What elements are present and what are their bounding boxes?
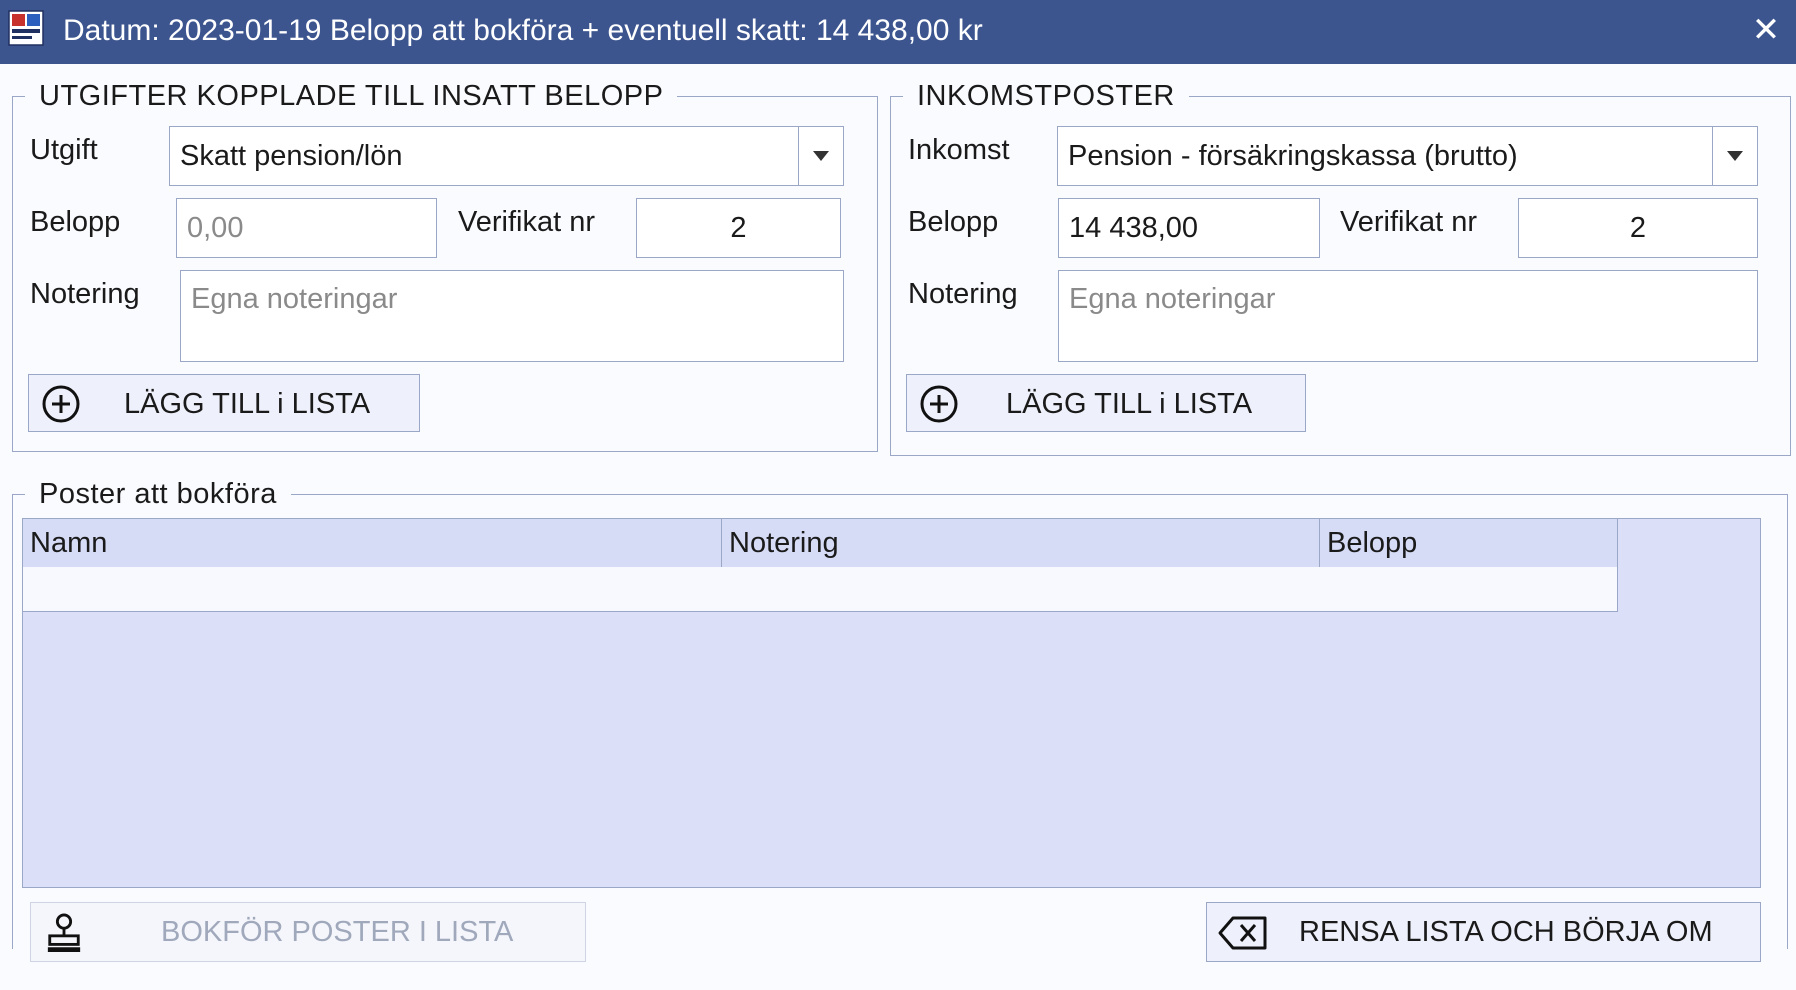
income-type-label: Inkomst xyxy=(908,134,1010,166)
book-posts-button[interactable]: BOKFÖR POSTER I LISTA xyxy=(30,902,586,962)
window-title: Datum: 2023-01-19 Belopp att bokföra + e… xyxy=(63,14,983,47)
income-add-label: LÄGG TILL i LISTA xyxy=(1006,388,1253,420)
expense-voucher-label: Verifikat nr xyxy=(458,206,595,238)
column-header-belopp[interactable]: Belopp xyxy=(1320,519,1618,567)
income-type-value: Pension - försäkringskassa (brutto) xyxy=(1068,139,1518,172)
income-voucher-input[interactable]: 2 xyxy=(1518,198,1758,258)
expense-amount-label: Belopp xyxy=(30,206,121,238)
plus-circle-icon xyxy=(42,385,80,423)
expense-type-value: Skatt pension/lön xyxy=(180,139,403,172)
income-type-select[interactable]: Pension - försäkringskassa (brutto) xyxy=(1057,126,1758,186)
dropdown-arrow-icon[interactable] xyxy=(798,127,843,185)
income-legend: INKOMSTPOSTER xyxy=(917,80,1175,112)
income-amount-label: Belopp xyxy=(908,206,999,238)
expense-amount-input[interactable]: 0,00 xyxy=(176,198,437,258)
column-header-namn[interactable]: Namn xyxy=(23,519,722,567)
column-header-notering[interactable]: Notering xyxy=(722,519,1320,567)
income-amount-input[interactable]: 14 438,00 xyxy=(1058,198,1320,258)
clear-list-button[interactable]: RENSA LISTA OCH BÖRJA OM xyxy=(1206,902,1761,962)
expenses-legend: UTGIFTER KOPPLADE TILL INSATT BELOPP xyxy=(39,80,664,112)
income-note-label: Notering xyxy=(908,278,1018,310)
stamp-icon xyxy=(47,913,81,952)
close-button[interactable]: ✕ xyxy=(1748,8,1784,52)
posts-grid[interactable]: Namn Notering Belopp xyxy=(22,518,1761,888)
expense-add-button[interactable]: LÄGG TILL i LISTA xyxy=(28,374,420,432)
table-row[interactable] xyxy=(23,567,1618,612)
book-posts-label: BOKFÖR POSTER I LISTA xyxy=(161,916,514,948)
expense-voucher-input[interactable]: 2 xyxy=(636,198,841,258)
expense-type-label: Utgift xyxy=(30,134,98,166)
expense-type-select[interactable]: Skatt pension/lön xyxy=(169,126,844,186)
income-note-input[interactable]: Egna noteringar xyxy=(1058,270,1758,362)
expense-add-label: LÄGG TILL i LISTA xyxy=(124,388,371,420)
grid-header: Namn Notering Belopp xyxy=(23,519,1618,568)
income-voucher-label: Verifikat nr xyxy=(1340,206,1477,238)
income-add-button[interactable]: LÄGG TILL i LISTA xyxy=(906,374,1306,432)
expense-note-label: Notering xyxy=(30,278,140,310)
backspace-x-icon xyxy=(1218,916,1267,950)
expense-note-input[interactable]: Egna noteringar xyxy=(180,270,844,362)
app-logo-icon xyxy=(8,10,44,46)
posts-legend: Poster att bokföra xyxy=(39,478,277,510)
title-bar: Datum: 2023-01-19 Belopp att bokföra + e… xyxy=(0,0,1796,64)
plus-circle-icon xyxy=(920,385,958,423)
dropdown-arrow-icon[interactable] xyxy=(1712,127,1757,185)
clear-list-label: RENSA LISTA OCH BÖRJA OM xyxy=(1299,916,1713,948)
